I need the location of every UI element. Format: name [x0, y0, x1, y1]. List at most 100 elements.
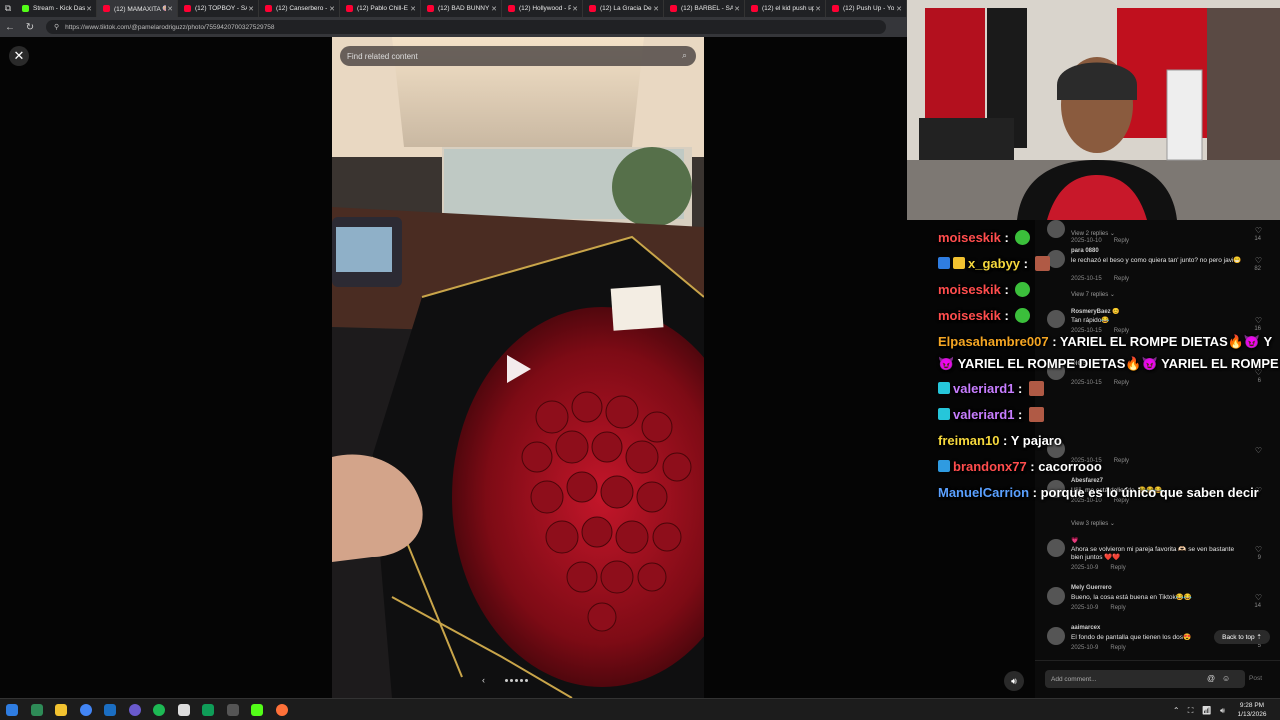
related-search-field[interactable]: Find related content ⌕ [340, 46, 696, 66]
obs-icon[interactable] [128, 704, 141, 716]
close-button[interactable]: ✕ [9, 46, 29, 66]
kick-icon[interactable] [251, 704, 263, 716]
reply-button[interactable]: Reply [1110, 565, 1125, 571]
post-photo[interactable]: Find related content ⌕ ‹ [332, 37, 704, 698]
start-icon[interactable] [6, 704, 18, 716]
tab-close-icon[interactable]: ✕ [410, 5, 416, 13]
capcut-icon[interactable] [177, 704, 190, 716]
chat-username: freiman10 [938, 433, 1000, 448]
reply-button[interactable]: Reply [1110, 605, 1125, 611]
browser-tab[interactable]: (12) MAMAXITA 🍭 ✕ [97, 0, 178, 17]
tab-close-icon[interactable]: ✕ [653, 5, 659, 13]
browser-tab[interactable]: (12) BARBEL - SAN✕ [664, 0, 745, 17]
comments-panel: 2025-10-10 Reply ♡ 14 View 2 replies ⌄ para 0… [1035, 220, 1280, 660]
comment-username[interactable]: para 0880 [1071, 248, 1099, 254]
tab-close-icon[interactable]: ✕ [248, 5, 254, 13]
browser-tab[interactable]: (12) Push Up - Yo ✕ [826, 0, 907, 17]
browser-tab[interactable]: (12) el kid push up ✕ [745, 0, 826, 17]
reply-button[interactable]: Reply [1114, 458, 1129, 464]
mention-icon[interactable]: @ [1207, 674, 1215, 683]
tab-favicon-icon [346, 5, 353, 12]
reply-button[interactable]: Reply [1114, 276, 1129, 282]
view-replies-button[interactable]: View 7 replies ⌄ [1071, 291, 1115, 298]
view-replies-button[interactable]: View 2 replies ⌄ [1071, 230, 1115, 237]
tab-search-icon[interactable]: ⧉ [0, 0, 16, 17]
chat-message: brandonx77 : cacorrooo [938, 459, 1102, 474]
chat-message: freiman10 : Y pajaro [938, 433, 1062, 448]
taskbar-clock[interactable]: 9:28 PM 1/13/2026 [1230, 701, 1274, 719]
avatar[interactable] [1047, 250, 1065, 268]
comment-username[interactable]: Mely Guerrero [1071, 585, 1112, 591]
file-explorer-icon[interactable] [55, 704, 67, 716]
comment-username[interactable]: RosmeryBaez 😊 [1071, 308, 1120, 315]
browser-tab[interactable]: (12) Canserbero - ✕ [259, 0, 340, 17]
avatar[interactable] [1047, 310, 1065, 328]
firefox-icon[interactable] [275, 704, 288, 716]
browser-tab[interactable]: (12) TOPBOY - SAN✕ [178, 0, 259, 17]
tab-close-icon[interactable]: ✕ [329, 5, 335, 13]
tab-favicon-icon [103, 5, 110, 12]
volume-button[interactable]: 🔊︎ [1004, 671, 1024, 691]
avatar[interactable] [1047, 539, 1065, 557]
back-icon[interactable]: ← [0, 22, 20, 33]
chat-message: valeriard1 : [938, 381, 1044, 396]
chat-separator: : [1000, 282, 1013, 297]
heart-icon[interactable]: ♡ [1255, 316, 1262, 325]
avatar[interactable] [1047, 220, 1065, 238]
tab-close-icon[interactable]: ✕ [896, 5, 902, 13]
heart-icon[interactable]: ♡ [1255, 593, 1262, 602]
post-button[interactable]: Post [1249, 675, 1262, 682]
reply-button[interactable]: Reply [1114, 238, 1129, 244]
tab-title: (12) TOPBOY - SAN [195, 5, 247, 12]
tab-close-icon[interactable]: ✕ [86, 5, 92, 13]
tab-close-icon[interactable]: ✕ [167, 5, 173, 13]
chat-message: Elpasahambre007 : YARIEL EL ROMPE DIETAS… [938, 334, 1272, 350]
browser-tab[interactable]: Stream - Kick Dashb✕ [16, 0, 97, 17]
comment-username[interactable]: Abesfarez7 [1071, 478, 1103, 484]
comment-username[interactable]: 💗 [1071, 537, 1078, 544]
chat-badge-icon [938, 257, 950, 269]
tab-favicon-icon [427, 5, 434, 12]
chrome-icon[interactable] [79, 704, 92, 716]
chat-username: valeriard1 [953, 407, 1015, 422]
carousel-dots[interactable] [505, 678, 528, 682]
avatar[interactable] [1047, 587, 1065, 605]
heart-icon[interactable]: ♡ [1255, 256, 1262, 265]
reload-icon[interactable]: ↻ [20, 22, 40, 33]
play-icon[interactable] [507, 355, 531, 383]
search-icon[interactable]: ⌕ [682, 50, 687, 61]
heart-icon[interactable]: ♡ [1255, 446, 1262, 455]
reply-button[interactable]: Reply [1114, 380, 1129, 386]
site-info-icon[interactable]: ⚲ [54, 23, 59, 31]
tab-close-icon[interactable]: ✕ [491, 5, 497, 13]
tab-close-icon[interactable]: ✕ [572, 5, 578, 13]
view-replies-button[interactable]: View 3 replies ⌄ [1071, 520, 1115, 527]
browser-tab[interactable]: (12) Pablo Chill-E - ✕ [340, 0, 421, 17]
browser-tab[interactable]: (12) BAD BUNNY x ✕ [421, 0, 502, 17]
browser-tab[interactable]: (12) La Gracia Del P✕ [583, 0, 664, 17]
browser-tab[interactable]: (12) Hollywood - P ✕ [502, 0, 583, 17]
url-field[interactable]: ⚲ https://www.tiktok.com/@pamelarodriguz… [46, 20, 886, 34]
app-icon[interactable] [202, 704, 214, 716]
tab-favicon-icon [751, 5, 758, 12]
reply-button[interactable]: Reply [1110, 645, 1125, 651]
chat-username: valeriard1 [953, 381, 1015, 396]
chat-username: brandonx77 [953, 459, 1027, 474]
comment-item: Mely Guerrero Bueno, la cosa está buena e… [1035, 585, 1280, 625]
comment-username[interactable]: aaimarcex [1071, 625, 1100, 631]
tab-close-icon[interactable]: ✕ [815, 5, 821, 13]
heart-icon[interactable]: ♡ [1255, 226, 1262, 235]
chat-username: x_gabyy [968, 256, 1021, 271]
system-tray[interactable]: ⌃ ⛶ 📶︎ 🔊︎ [1173, 706, 1228, 716]
steam-icon[interactable] [226, 704, 239, 716]
terminal-icon[interactable] [30, 704, 43, 716]
heart-icon[interactable]: ♡ [1255, 545, 1262, 554]
outlook-icon[interactable] [104, 704, 116, 716]
back-to-top-button[interactable]: Back to top ⇡ [1214, 630, 1270, 644]
emoji-icon[interactable]: ☺ [1222, 674, 1230, 683]
tab-favicon-icon [589, 5, 596, 12]
tab-close-icon[interactable]: ✕ [734, 5, 740, 13]
spotify-icon[interactable] [153, 704, 165, 716]
chevron-left-icon[interactable]: ‹ [482, 675, 485, 685]
avatar[interactable] [1047, 627, 1065, 645]
